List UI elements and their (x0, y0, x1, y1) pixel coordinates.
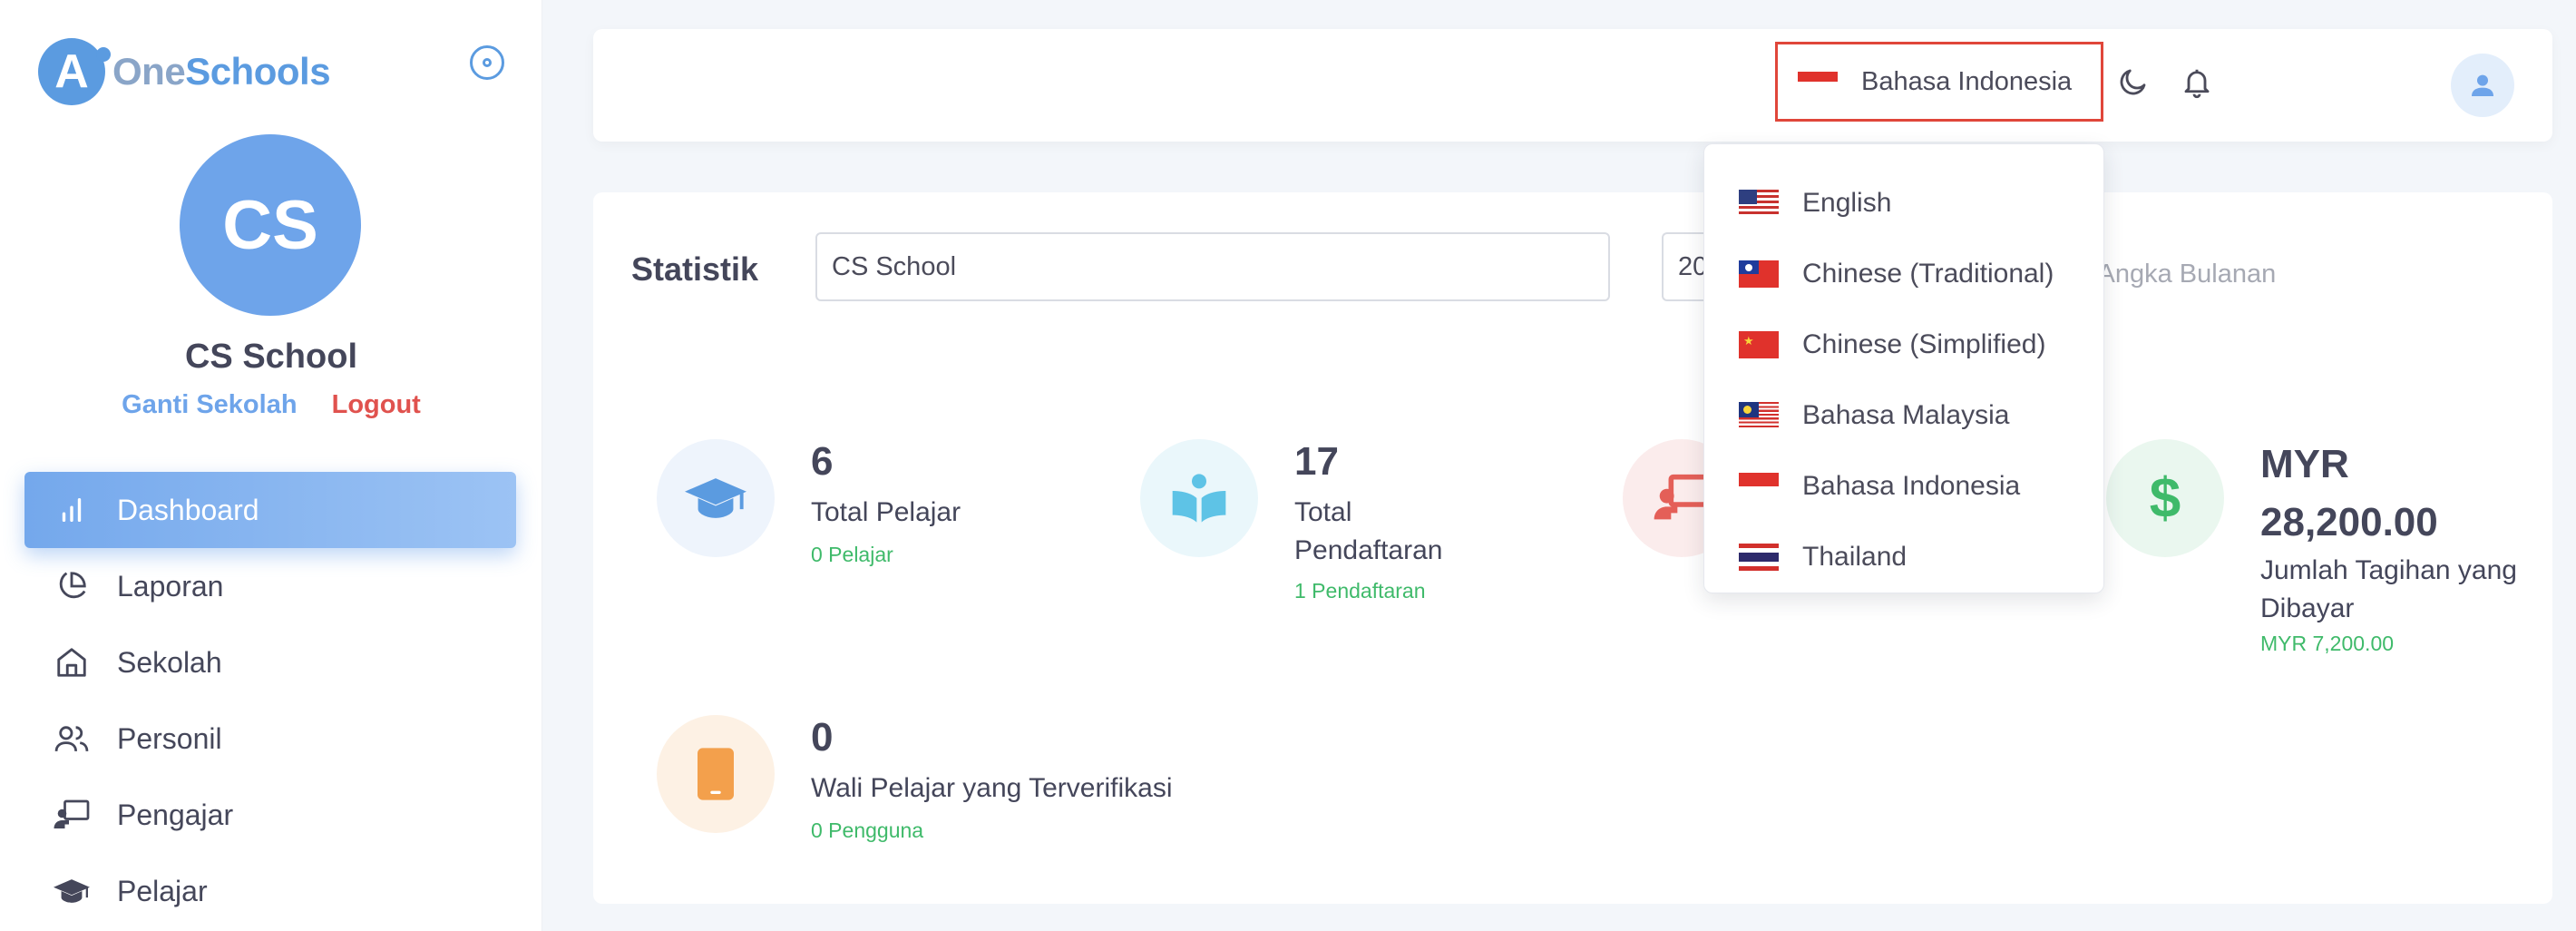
switch-school-link[interactable]: Ganti Sekolah (122, 390, 297, 419)
language-option-chinese-traditional[interactable]: Chinese (Traditional) (1704, 239, 2103, 309)
stat-total-students: 6 Total Pelajar 0 Pelajar (657, 439, 1038, 575)
language-selector[interactable]: Bahasa Indonesia (1775, 42, 2103, 122)
statistics-card: Statistik 20 , Angka Bulanan 6 Total Pel… (593, 192, 2552, 904)
language-option-label: Thailand (1802, 542, 1908, 572)
stat-number: MYR 28,200.00 (2260, 442, 2438, 544)
sidebar-item-pengajar[interactable]: Pengajar (24, 777, 516, 853)
sidebar-item-label: Personil (117, 721, 222, 755)
language-option-label: Chinese (Traditional) (1802, 259, 2054, 289)
stat-number: 6 (811, 439, 834, 484)
stat-verified-guardians: 0 Wali Pelajar yang Terverifikasi 0 Peng… (657, 715, 1292, 851)
school-select-input[interactable] (815, 232, 1610, 301)
stat-label: Total Pelajar (811, 497, 961, 527)
us-flag-icon (1739, 190, 1779, 217)
language-option-label: Bahasa Malaysia (1802, 400, 2010, 430)
bar-chart-icon (54, 492, 90, 528)
logo-mark: A (38, 38, 111, 105)
stat-label: Jumlah Tagihan yang Dibayar (2260, 555, 2517, 623)
chart-mode-hint: , Angka Bulanan (2084, 260, 2277, 289)
stat-number: 0 (811, 715, 834, 760)
sidebar-item-label: Dashboard (117, 493, 259, 526)
sidebar-item-dashboard[interactable]: Dashboard (24, 472, 516, 548)
stat-label: Wali Pelajar yang Terverifikasi (811, 773, 1173, 803)
user-icon (2472, 74, 2493, 96)
sidebar-item-label: Laporan (117, 569, 224, 603)
stat-number: 17 (1294, 439, 1339, 484)
indonesia-flag-icon (1798, 72, 1838, 92)
stat-sub: 0 Pelajar (811, 543, 893, 566)
statistics-title: Statistik (631, 250, 759, 288)
language-option-label: English (1802, 188, 1892, 218)
dark-mode-toggle[interactable] (2117, 65, 2150, 98)
graduation-cap-icon (657, 439, 775, 557)
stat-bills-paid: $ MYR 28,200.00 Jumlah Tagihan yang Diba… (2106, 439, 2532, 655)
users-icon (54, 720, 90, 757)
thailand-flag-icon (1739, 544, 1779, 571)
logo-wordmark: OneSchools (112, 50, 331, 93)
language-option-english[interactable]: English (1704, 168, 2103, 239)
language-option-bahasa-indonesia[interactable]: Bahasa Indonesia (1704, 451, 2103, 522)
pie-chart-icon (54, 568, 90, 604)
sidebar: A OneSchools CS CS School Ganti Sekolah … (0, 0, 542, 931)
sidebar-nav: Dashboard Laporan Sekolah Personil Penga… (24, 472, 516, 929)
sidebar-item-label: Sekolah (117, 645, 222, 679)
stat-sub: 0 Pengguna (811, 818, 924, 842)
china-flag-icon: ★ (1739, 331, 1779, 358)
taiwan-flag-icon (1739, 260, 1779, 288)
school-links: Ganti Sekolah Logout (0, 390, 542, 420)
language-selected-label: Bahasa Indonesia (1861, 66, 2073, 96)
school-avatar: CS (180, 134, 361, 316)
sidebar-item-pelajar[interactable]: Pelajar (24, 853, 516, 929)
notifications-button[interactable] (2181, 65, 2213, 100)
sidebar-item-sekolah[interactable]: Sekolah (24, 624, 516, 701)
user-avatar-button[interactable] (2451, 54, 2514, 117)
dollar-icon: $ (2106, 439, 2224, 557)
malaysia-flag-icon (1739, 402, 1779, 429)
stat-label: Total Pendaftaran (1294, 497, 1443, 565)
teacher-icon (54, 797, 90, 833)
school-name: CS School (184, 338, 358, 376)
graduation-cap-icon (54, 873, 90, 909)
sidebar-item-laporan[interactable]: Laporan (24, 548, 516, 624)
sidebar-item-label: Pelajar (117, 874, 208, 907)
tablet-icon (657, 715, 775, 833)
sidebar-item-personil[interactable]: Personil (24, 701, 516, 777)
top-header (593, 29, 2552, 142)
sidebar-toggle-icon[interactable] (470, 45, 504, 80)
home-icon (54, 644, 90, 681)
language-dropdown-menu: English Chinese (Traditional) ★ Chinese … (1703, 143, 2104, 593)
stat-total-registrations: 17 Total Pendaftaran 1 Pendaftaran (1140, 439, 1521, 612)
logout-link[interactable]: Logout (332, 390, 421, 419)
language-option-thailand[interactable]: Thailand (1704, 522, 2103, 593)
language-option-chinese-simplified[interactable]: ★ Chinese (Simplified) (1704, 309, 2103, 380)
brand-logo[interactable]: A OneSchools (38, 38, 331, 105)
stat-sub: 1 Pendaftaran (1294, 579, 1426, 603)
language-option-label: Bahasa Indonesia (1802, 471, 2021, 501)
bell-icon (2184, 69, 2210, 99)
language-option-bahasa-malaysia[interactable]: Bahasa Malaysia (1704, 380, 2103, 451)
moon-icon (2120, 69, 2146, 95)
stat-sub: MYR 7,200.00 (2260, 632, 2395, 655)
open-book-icon (1140, 439, 1258, 557)
language-option-label: Chinese (Simplified) (1802, 329, 2046, 359)
sidebar-item-label: Pengajar (117, 798, 234, 831)
indonesia-flag-icon (1739, 473, 1779, 500)
